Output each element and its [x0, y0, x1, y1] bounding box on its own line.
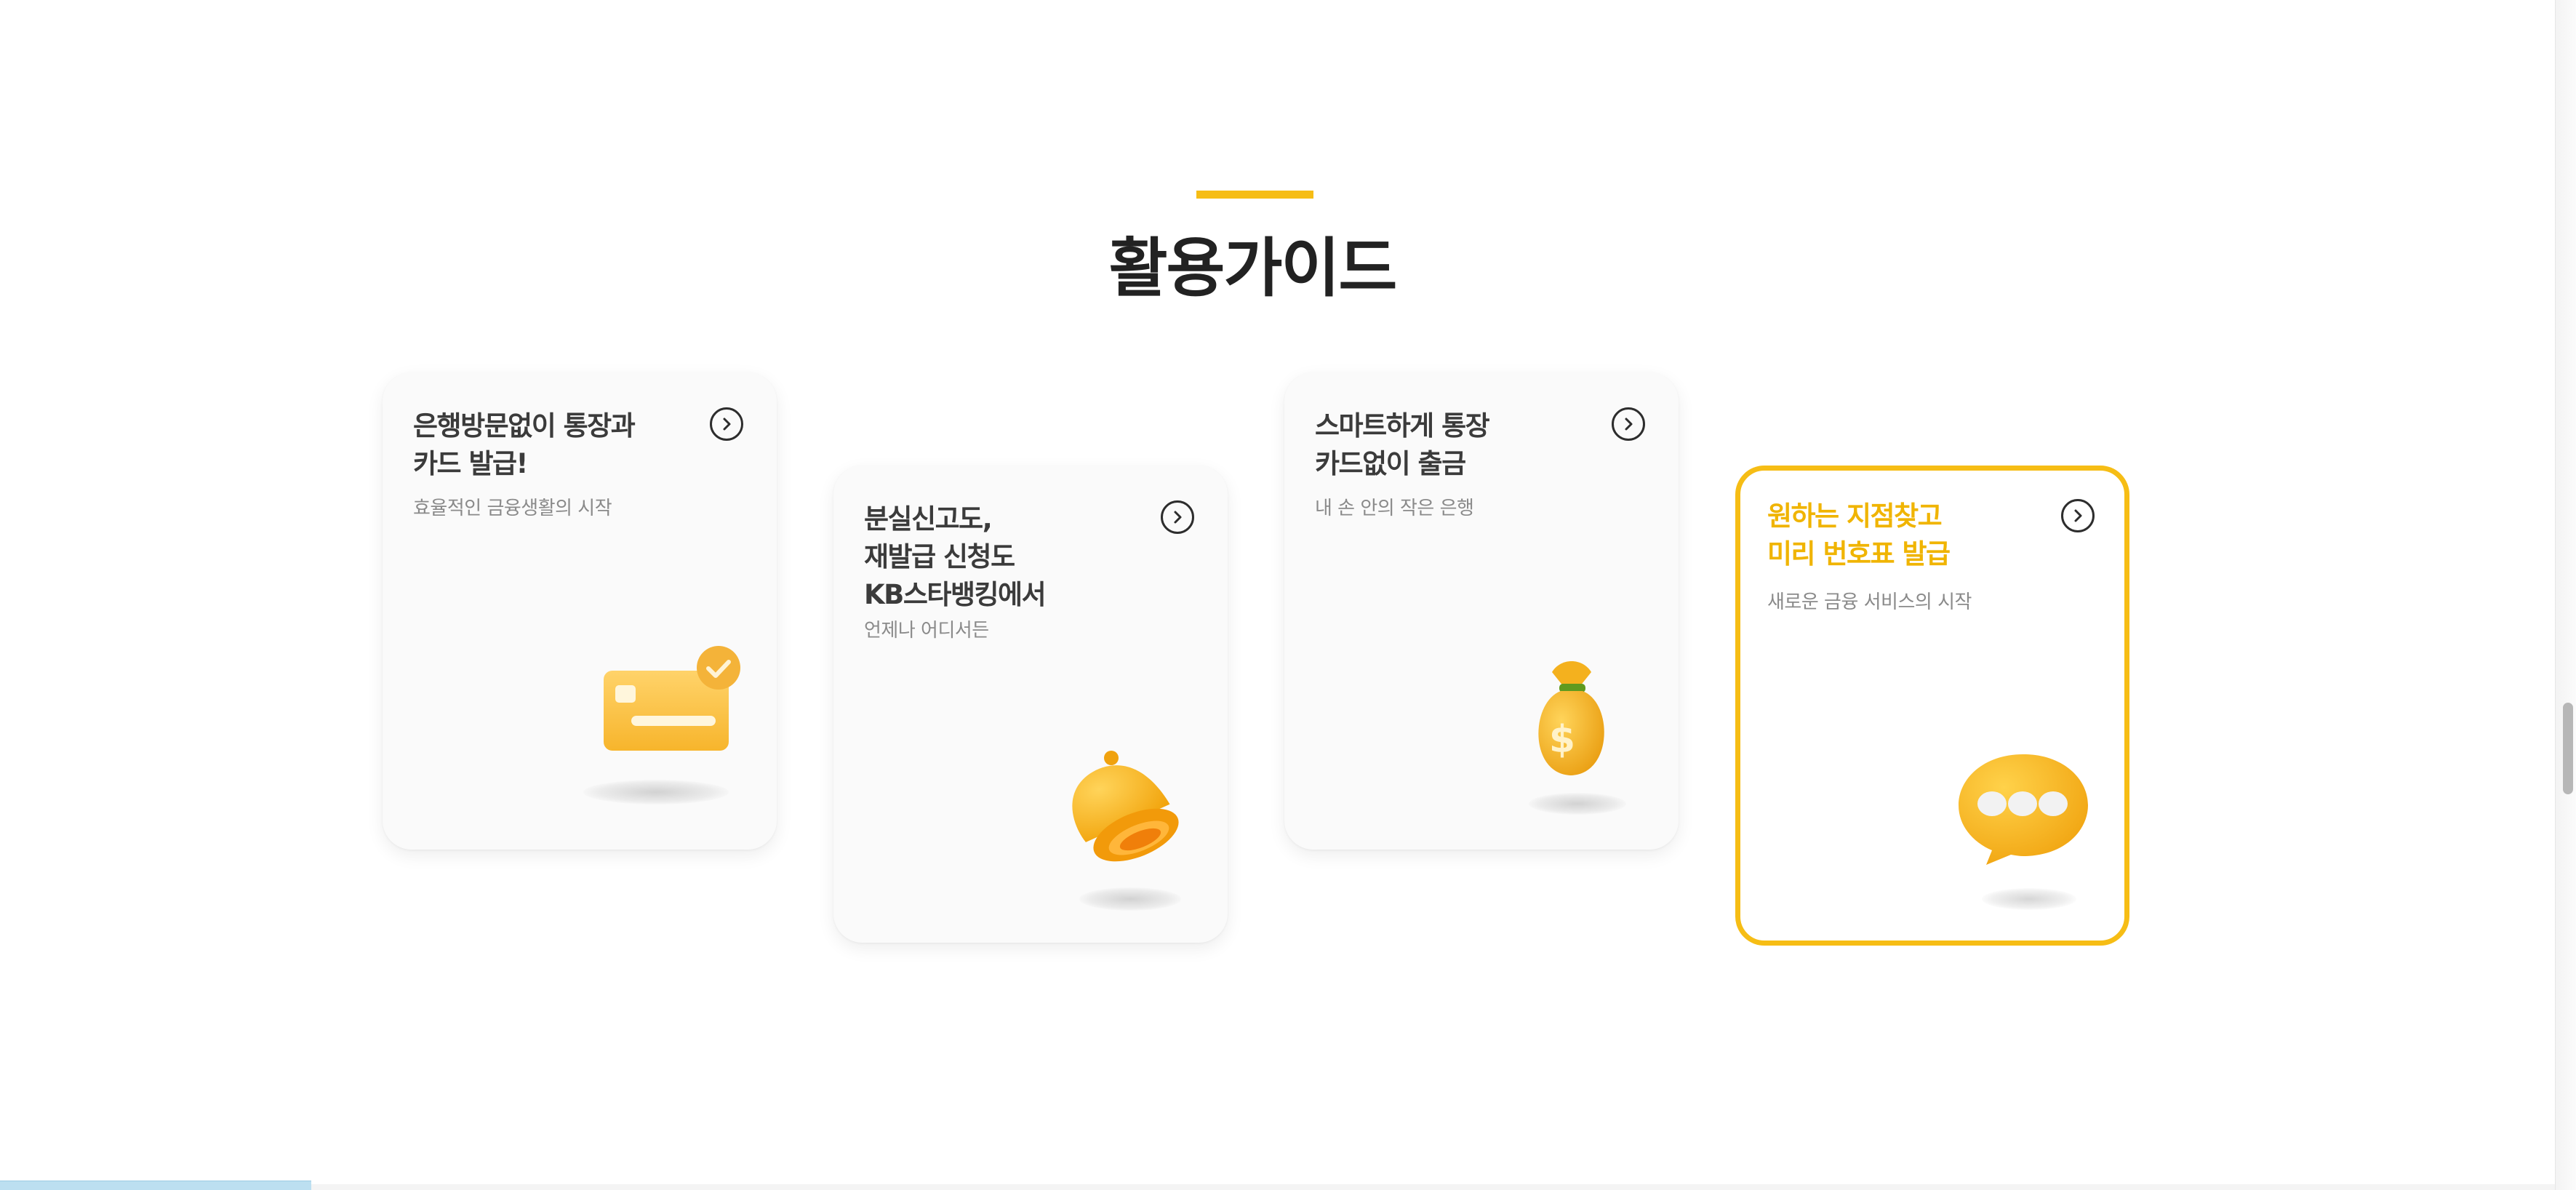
card-subtitle: 새로운 금융 서비스의 시작: [1767, 591, 1972, 613]
bottom-progress-bar: [0, 1181, 311, 1190]
chevron-right-circle-icon[interactable]: [1161, 500, 1194, 534]
guide-card-lost-report-reissue[interactable]: 분실신고도, 재발급 신청도 KB스타뱅킹에서 언제나 어디서든: [833, 466, 1228, 943]
card-title: 분실신고도, 재발급 신청도 KB스타뱅킹에서: [864, 503, 1047, 610]
guide-card-cardless-withdrawal[interactable]: 스마트하게 통장 카드없이 출금 내 손 안의 작은 은행 $: [1284, 372, 1679, 850]
card-subtitle: 내 손 안의 작은 은행: [1315, 498, 1474, 519]
icon-shadow: [583, 780, 729, 804]
chevron-right-circle-icon[interactable]: [710, 407, 743, 441]
card-title: 원하는 지점찾고 미리 번호표 발급: [1767, 500, 1951, 570]
section-accent-bar: [1196, 191, 1313, 199]
guide-card-account-card-issue[interactable]: 은행방문없이 통장과 카드 발급! 효율적인 금융생활의 시작: [383, 372, 777, 850]
money-bag-icon: $: [1524, 658, 1619, 784]
card-subtitle: 효율적인 금융생활의 시작: [413, 498, 612, 519]
credit-card-check-icon: [593, 646, 746, 758]
icon-shadow: [1982, 888, 2076, 910]
card-subtitle: 언제나 어디서든: [864, 620, 989, 642]
page-bottom-strip: [0, 1184, 2556, 1190]
chevron-right-circle-icon[interactable]: [2061, 499, 2095, 532]
section-title: 활용가이드: [1108, 231, 1398, 306]
speech-bubble-icon: [1954, 750, 2092, 869]
scrollbar-thumb[interactable]: [2563, 703, 2573, 794]
svg-text:$: $: [1549, 718, 1575, 762]
card-title: 은행방문없이 통장과 카드 발급!: [413, 410, 636, 479]
scrollbar[interactable]: [2555, 0, 2576, 1190]
icon-shadow: [1079, 887, 1181, 911]
icon-shadow: [1529, 793, 1626, 815]
bell-icon: [1060, 748, 1184, 874]
chevron-right-circle-icon[interactable]: [1612, 407, 1645, 441]
card-title: 스마트하게 통장 카드없이 출금: [1315, 410, 1490, 479]
guide-card-branch-ticket[interactable]: 원하는 지점찾고 미리 번호표 발급 새로운 금융 서비스의 시작: [1735, 466, 2129, 946]
